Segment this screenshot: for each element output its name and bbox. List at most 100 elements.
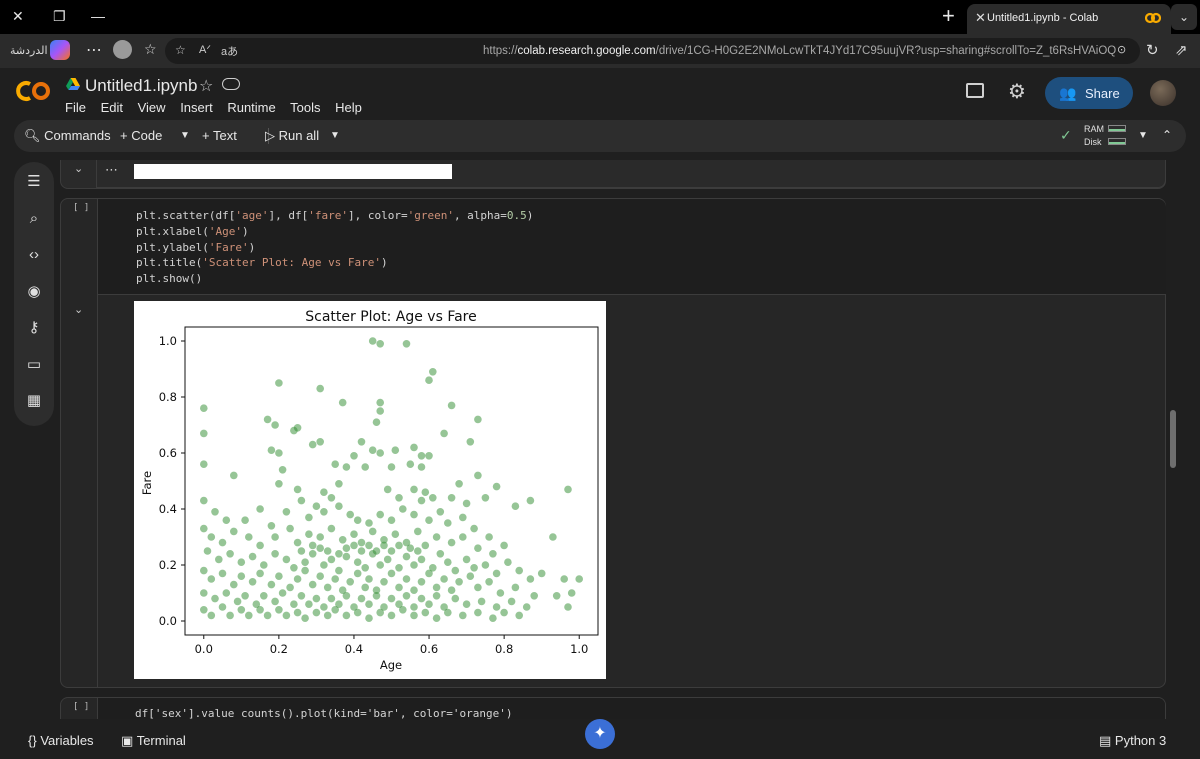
disk-usage-bar[interactable] [1108, 138, 1126, 145]
runtime-dropdown-chevron-icon[interactable]: ▼ [1138, 130, 1148, 141]
scatter-point [342, 552, 351, 561]
code-dropdown-chevron-icon[interactable]: ▼ [180, 130, 190, 141]
add-text-button[interactable]: + Text [202, 128, 237, 143]
colab-logo[interactable] [16, 80, 52, 102]
run-all-button[interactable]: ▷ Run all [265, 128, 319, 144]
menu-help[interactable]: Help [335, 100, 362, 115]
terminal-button[interactable]: ▣ Terminal [121, 733, 186, 749]
menu-view[interactable]: View [138, 100, 166, 115]
scatter-point [245, 611, 253, 620]
scatter-point [432, 583, 441, 592]
disk-label[interactable]: Disk [1084, 137, 1102, 147]
code-editor[interactable]: plt.scatter(df['age'], df['fare'], color… [97, 199, 1166, 295]
key-icon[interactable]: ⚷ [24, 318, 44, 338]
run-next-cell-button[interactable]: [ ] [73, 702, 89, 712]
restore-window-icon[interactable]: ❐ [53, 8, 66, 25]
code-snippets-icon[interactable]: ‹› [24, 245, 44, 265]
copilot-icon[interactable] [50, 40, 70, 60]
account-avatar[interactable] [1150, 80, 1176, 106]
menu-file[interactable]: File [65, 100, 86, 115]
scatter-point [500, 541, 508, 550]
star-notebook-icon[interactable]: ☆ [199, 76, 213, 96]
commands-button[interactable]: 🔍︎ Commands [24, 128, 111, 144]
collapse-output-chevron-icon[interactable]: ⌄ [74, 162, 83, 175]
notebook-scrollbar[interactable] [1170, 410, 1176, 468]
scatter-point [368, 446, 377, 454]
browser-tab[interactable]: ✕ Untitled1.ipynb - Colab [967, 4, 1171, 34]
scatter-point [312, 594, 321, 603]
ram-label[interactable]: RAM [1084, 124, 1104, 134]
url-text[interactable]: https://colab.research.google.com/drive/… [483, 45, 1116, 57]
scatter-point [387, 463, 396, 471]
scatter-point [406, 544, 415, 552]
collapse-header-chevron-icon[interactable]: ⌃ [1162, 128, 1172, 142]
address-bar[interactable]: ☆ Aᐟ aあ https://colab.research.google.co… [165, 38, 1140, 64]
run-all-dropdown-chevron-icon[interactable]: ▼ [330, 130, 340, 141]
minimize-window-icon[interactable]: — [91, 8, 105, 24]
comments-icon[interactable] [966, 83, 984, 98]
output-actions-icon[interactable]: ⋯ [105, 162, 118, 178]
scatter-point [237, 572, 246, 580]
previous-cell[interactable]: ⌄ ⋯ [60, 160, 1166, 189]
scatter-point [372, 418, 381, 426]
scatter-point [459, 611, 467, 620]
scatter-point [429, 494, 437, 502]
scatter-point [271, 597, 279, 606]
favorites-icon[interactable]: ☆ [144, 41, 157, 58]
scatter-point [248, 578, 257, 586]
gemini-icon[interactable]: ✦ [585, 719, 615, 749]
collapse-output-chevron-icon[interactable]: ⌄ [74, 303, 83, 316]
read-aloud-icon[interactable]: Aᐟ [199, 43, 211, 56]
profile-icon[interactable] [113, 40, 132, 59]
scatter-point [455, 480, 463, 488]
table-of-contents-icon[interactable]: ☰ [24, 172, 44, 192]
runtime-type-button[interactable]: ▤ Python 3 [1099, 733, 1166, 749]
scatter-point [357, 594, 366, 603]
scatter-point [271, 421, 279, 429]
site-permissions-icon[interactable]: ⊙ [1117, 43, 1126, 56]
add-favorite-star-icon[interactable]: ☆ [175, 43, 186, 57]
notebook-title[interactable]: Untitled1.ipynb [85, 76, 197, 96]
run-cell-button[interactable]: [ ] [73, 203, 89, 213]
browser-share-icon[interactable]: ⇗ [1175, 41, 1188, 59]
scatter-point [560, 575, 568, 583]
scatter-point [421, 608, 430, 617]
scatter-point [511, 502, 520, 510]
next-code-cell[interactable]: [ ] df['sex'].value_counts().plot(kind='… [60, 697, 1166, 719]
menu-tools[interactable]: Tools [290, 100, 320, 115]
x-tick-label: 0.2 [270, 642, 288, 656]
close-window-icon[interactable]: ✕ [12, 8, 24, 25]
code-text[interactable]: plt.scatter(df['age'], df['fare'], color… [136, 208, 533, 287]
ram-usage-bar[interactable] [1108, 125, 1126, 132]
scatter-point [271, 533, 279, 541]
new-tab-button[interactable]: + [942, 4, 955, 28]
data-table-icon[interactable]: ▦ [24, 391, 44, 411]
chat-label[interactable]: الدردشة [10, 44, 48, 57]
tab-actions-chevron-icon[interactable]: ⌄ [1171, 4, 1197, 30]
menu-insert[interactable]: Insert [180, 100, 213, 115]
variables-button[interactable]: {} Variables [28, 733, 94, 748]
x-tick-label: 0.0 [195, 642, 213, 656]
menu-runtime[interactable]: Runtime [227, 100, 275, 115]
next-code-text[interactable]: df['sex'].value_counts().plot(kind='bar'… [135, 707, 513, 719]
refresh-icon[interactable]: ↻ [1146, 41, 1159, 59]
add-code-button[interactable]: + Code [120, 128, 162, 143]
scatter-point [462, 600, 471, 608]
files-folder-icon[interactable]: ▭ [24, 355, 44, 375]
scatter-point [308, 440, 317, 449]
more-options-icon[interactable]: ⋯ [86, 40, 102, 60]
menu-edit[interactable]: Edit [101, 100, 123, 115]
cloud-save-icon[interactable] [222, 78, 240, 90]
close-tab-icon[interactable]: ✕ [975, 10, 986, 26]
scatter-point [278, 466, 287, 474]
settings-gear-icon[interactable]: ⚙ [1008, 79, 1026, 104]
scatter-point [342, 592, 351, 600]
find-replace-icon[interactable]: ⌕ [24, 209, 44, 229]
scatter-point [293, 424, 302, 432]
translate-icon[interactable]: aあ [221, 43, 238, 59]
scatter-point [200, 460, 208, 468]
scatter-point [466, 438, 475, 446]
secrets-eye-icon[interactable]: ◉ [24, 282, 44, 302]
share-button[interactable]: 👥 Share [1045, 77, 1133, 109]
scatter-point [248, 552, 257, 561]
